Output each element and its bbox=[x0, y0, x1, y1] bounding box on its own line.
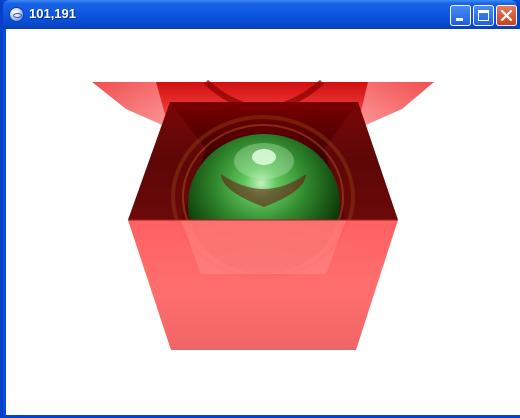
maximize-button[interactable] bbox=[473, 5, 494, 26]
render-canvas[interactable] bbox=[6, 29, 520, 415]
close-button[interactable] bbox=[496, 5, 517, 26]
app-icon[interactable] bbox=[9, 7, 24, 22]
maximize-icon bbox=[478, 10, 489, 21]
title-bar[interactable]: 101,191 bbox=[3, 0, 517, 29]
box-front-inner-glow bbox=[181, 220, 346, 274]
minimize-button[interactable] bbox=[450, 5, 471, 26]
app-window: 101,191 bbox=[0, 0, 520, 418]
window-title: 101,191 bbox=[29, 6, 76, 21]
3d-scene bbox=[92, 79, 434, 350]
close-icon bbox=[500, 9, 513, 22]
minimize-icon bbox=[456, 18, 463, 21]
sphere-highlight-glow bbox=[234, 143, 294, 179]
